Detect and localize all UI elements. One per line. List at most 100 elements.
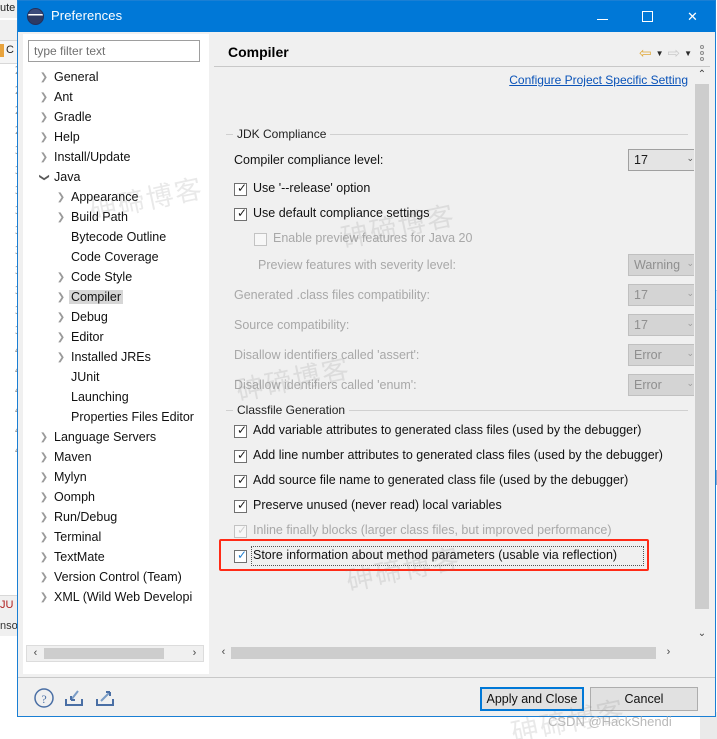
sidebar-item-debug[interactable]: ❯ Debug (23, 307, 209, 327)
enable-preview-features-checkbox[interactable] (254, 233, 267, 246)
sidebar-item-appearance[interactable]: ❯ Appearance (23, 187, 209, 207)
scroll-down-arrow-icon[interactable]: ⌄ (694, 626, 710, 642)
scroll-left-arrow-icon[interactable]: ‹ (28, 647, 43, 660)
forward-history-chevron-down-icon[interactable]: ▼ (684, 49, 692, 58)
sidebar-item-build-path[interactable]: ❯ Build Path (23, 207, 209, 227)
sidebar-item-installed-jres[interactable]: ❯ Installed JREs (23, 347, 209, 367)
class-compat-select[interactable]: 17 ⌄ (628, 284, 700, 306)
sidebar-item-language-servers[interactable]: ❯ Language Servers (23, 427, 209, 447)
export-icon[interactable] (94, 687, 116, 709)
cancel-button[interactable]: Cancel (590, 687, 698, 711)
sidebar-item-compiler[interactable]: ❯ Compiler (23, 287, 209, 307)
chevron-right-icon[interactable]: ❯ (36, 72, 52, 83)
settings-horizontal-scrollbar[interactable]: ‹ › (214, 645, 694, 662)
sidebar-item-editor[interactable]: ❯ Editor (23, 327, 209, 347)
chevron-right-icon[interactable]: ❯ (36, 152, 52, 163)
chevron-right-icon[interactable]: ❯ (36, 572, 52, 583)
preview-severity-select[interactable]: Warning ⌄ (628, 254, 700, 276)
sidebar-item-code-coverage[interactable]: Code Coverage (23, 247, 209, 267)
chevron-right-icon[interactable]: ❯ (36, 532, 52, 543)
use-default-compliance-checkbox[interactable]: ✓ (234, 207, 247, 221)
sidebar-item-textmate[interactable]: ❯ TextMate (23, 547, 209, 567)
scroll-up-arrow-icon[interactable]: ⌃ (694, 67, 710, 83)
settings-vertical-scrollbar[interactable]: ⌃ ⌄ (694, 67, 710, 642)
sidebar-item-label: Debug (71, 310, 108, 324)
chevron-right-icon[interactable]: ❯ (53, 352, 69, 363)
chevron-right-icon[interactable]: ❯ (36, 432, 52, 443)
sidebar-item-bytecode-outline[interactable]: Bytecode Outline (23, 227, 209, 247)
sidebar-item-terminal[interactable]: ❯ Terminal (23, 527, 209, 547)
classfile-option-checkbox[interactable]: ✓ (234, 424, 247, 438)
chevron-right-icon[interactable]: ❯ (36, 112, 52, 123)
disallow-assert-select[interactable]: Error ⌄ (628, 344, 700, 366)
chevron-right-icon[interactable]: ❯ (53, 212, 69, 223)
view-menu-icon[interactable] (700, 45, 704, 61)
sidebar-item-help[interactable]: ❯ Help (23, 127, 209, 147)
sidebar-item-mylyn[interactable]: ❯ Mylyn (23, 467, 209, 487)
sidebar-item-general[interactable]: ❯ General (23, 67, 209, 87)
chevron-down-icon[interactable]: ❯ (39, 169, 50, 185)
sidebar-item-xml-wild-web-developi[interactable]: ❯ XML (Wild Web Developi (23, 587, 209, 607)
source-compat-select[interactable]: 17 ⌄ (628, 314, 700, 336)
filter-input[interactable]: type filter text (28, 40, 200, 62)
compliance-level-select[interactable]: 17 ⌄ (628, 149, 700, 171)
disallow-enum-label: Disallow identifiers called 'enum': (234, 378, 417, 392)
dialog-titlebar[interactable]: Preferences ✕ (18, 1, 715, 32)
scroll-right-arrow-icon[interactable]: › (661, 646, 676, 659)
preview-severity-value: Warning (634, 258, 681, 272)
chevron-right-icon[interactable]: ❯ (53, 192, 69, 203)
import-icon[interactable] (63, 687, 85, 709)
tree-scroll-thumb[interactable] (44, 648, 164, 659)
sidebar-item-java[interactable]: ❯ Java (23, 167, 209, 187)
classfile-option-checkbox[interactable]: ✓ (234, 524, 247, 538)
classfile-option-checkbox[interactable]: ✓ (234, 499, 247, 513)
sidebar-item-gradle[interactable]: ❯ Gradle (23, 107, 209, 127)
chevron-right-icon[interactable]: ❯ (36, 512, 52, 523)
sidebar-item-maven[interactable]: ❯ Maven (23, 447, 209, 467)
dialog-title: Preferences (51, 8, 123, 23)
scroll-left-arrow-icon[interactable]: ‹ (216, 646, 231, 659)
chevron-right-icon[interactable]: ❯ (36, 132, 52, 143)
forward-arrow-icon[interactable]: ⇨ (668, 46, 681, 61)
disallow-enum-select[interactable]: Error ⌄ (628, 374, 700, 396)
vertical-scroll-thumb[interactable] (695, 84, 709, 609)
chevron-right-icon[interactable]: ❯ (36, 92, 52, 103)
sidebar-item-version-control-team[interactable]: ❯ Version Control (Team) (23, 567, 209, 587)
sidebar-item-junit[interactable]: JUnit (23, 367, 209, 387)
maximize-button[interactable] (625, 1, 670, 32)
use-release-checkbox[interactable]: ✓ (234, 182, 247, 196)
sidebar-item-oomph[interactable]: ❯ Oomph (23, 487, 209, 507)
minimize-button[interactable] (580, 1, 625, 32)
page-navigation-tools[interactable]: ⇦ ▼ ⇨ ▼ (639, 44, 704, 62)
back-arrow-icon[interactable]: ⇦ (639, 46, 652, 61)
dialog-footer: ? Apply and Close Cancel (18, 678, 715, 716)
chevron-right-icon[interactable]: ❯ (36, 492, 52, 503)
sidebar-item-ant[interactable]: ❯ Ant (23, 87, 209, 107)
chevron-right-icon[interactable]: ❯ (53, 292, 69, 303)
sidebar-item-properties-files-editor[interactable]: Properties Files Editor (23, 407, 209, 427)
sidebar-item-code-style[interactable]: ❯ Code Style (23, 267, 209, 287)
chevron-right-icon[interactable]: ❯ (53, 312, 69, 323)
chevron-right-icon[interactable]: ❯ (53, 272, 69, 283)
sidebar-item-launching[interactable]: Launching (23, 387, 209, 407)
configure-project-specific-settings-link[interactable]: Configure Project Specific Setting (493, 73, 688, 87)
classfile-option-checkbox[interactable]: ✓ (234, 474, 247, 488)
scroll-right-arrow-icon[interactable]: › (187, 647, 202, 660)
chevron-right-icon[interactable]: ❯ (36, 552, 52, 563)
apply-and-close-button[interactable]: Apply and Close (480, 687, 584, 711)
tree-horizontal-scrollbar[interactable]: ‹ › (26, 645, 204, 662)
sidebar-item-run-debug[interactable]: ❯ Run/Debug (23, 507, 209, 527)
chevron-right-icon[interactable]: ❯ (36, 592, 52, 603)
classfile-option-checkbox[interactable]: ✓ (234, 449, 247, 463)
back-history-chevron-down-icon[interactable]: ▼ (656, 49, 664, 58)
horizontal-scroll-thumb[interactable] (231, 647, 656, 659)
sidebar-item-install-update[interactable]: ❯ Install/Update (23, 147, 209, 167)
eclipse-icon (27, 8, 44, 25)
question-mark-icon[interactable]: ? (33, 687, 55, 709)
chevron-right-icon[interactable]: ❯ (53, 332, 69, 343)
chevron-right-icon[interactable]: ❯ (36, 452, 52, 463)
close-icon[interactable]: ✕ (670, 1, 715, 32)
sidebar-item-label: Properties Files Editor (71, 410, 194, 424)
preferences-tree[interactable]: ❯ General ❯ Ant ❯ Gradle ❯ Help ❯ Install/Update ❯… (23, 67, 209, 637)
chevron-right-icon[interactable]: ❯ (36, 472, 52, 483)
